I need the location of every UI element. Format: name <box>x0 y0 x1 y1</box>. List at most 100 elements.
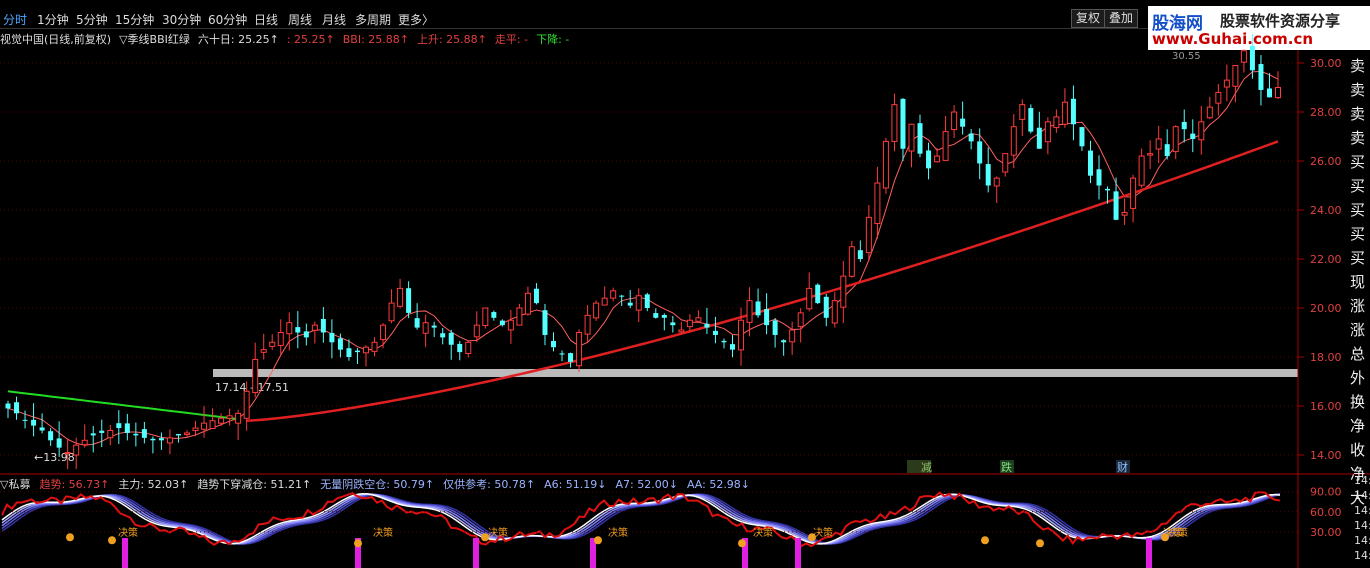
candle[interactable] <box>124 413 130 441</box>
candle[interactable] <box>295 311 301 349</box>
quote-col-item[interactable]: 总 <box>1350 342 1370 366</box>
candle[interactable] <box>865 205 872 262</box>
candle[interactable] <box>908 123 915 168</box>
candle[interactable] <box>1275 71 1281 99</box>
quote-col-item[interactable]: 外 <box>1350 366 1370 390</box>
candle[interactable] <box>465 340 472 358</box>
candle[interactable] <box>926 142 932 180</box>
candle[interactable] <box>653 308 659 319</box>
candle[interactable] <box>507 310 514 344</box>
quote-col-item[interactable]: 买 <box>1350 222 1370 246</box>
candle[interactable] <box>678 321 685 334</box>
candle[interactable] <box>729 335 735 358</box>
candle[interactable] <box>985 147 991 193</box>
candle[interactable] <box>568 352 574 368</box>
candle[interactable] <box>917 114 923 158</box>
candle[interactable] <box>166 429 173 455</box>
candle[interactable] <box>806 272 813 312</box>
candle[interactable] <box>116 410 122 444</box>
candle[interactable] <box>968 128 974 150</box>
candle[interactable] <box>183 430 190 437</box>
candle[interactable] <box>644 292 650 312</box>
candle[interactable] <box>516 303 523 326</box>
candle[interactable] <box>815 283 821 305</box>
candle[interactable] <box>99 419 105 447</box>
candle[interactable] <box>158 432 164 450</box>
candle[interactable] <box>764 293 770 335</box>
candle[interactable] <box>491 310 497 321</box>
candle[interactable] <box>260 333 267 360</box>
candle[interactable] <box>1019 99 1026 137</box>
candle[interactable] <box>1266 73 1272 98</box>
quote-col-item[interactable]: 买 <box>1350 246 1370 270</box>
candle[interactable] <box>64 438 71 470</box>
candle[interactable] <box>107 424 114 446</box>
candle[interactable] <box>48 428 54 446</box>
candle[interactable] <box>1010 114 1017 169</box>
candle[interactable] <box>1079 126 1085 151</box>
candle[interactable] <box>593 300 600 321</box>
candle[interactable] <box>1070 85 1076 141</box>
candle[interactable] <box>252 342 259 398</box>
quote-col-item[interactable]: 买 <box>1350 150 1370 174</box>
candle[interactable] <box>1096 155 1102 200</box>
candle[interactable] <box>1198 105 1205 155</box>
candle[interactable] <box>712 316 718 344</box>
candle[interactable] <box>1240 49 1247 73</box>
candle[interactable] <box>150 436 156 454</box>
candle[interactable] <box>1258 55 1264 106</box>
quote-col-item[interactable]: 收 <box>1350 438 1370 462</box>
candle[interactable] <box>874 166 881 239</box>
candle[interactable] <box>755 288 761 318</box>
candle[interactable] <box>848 240 855 278</box>
candle[interactable] <box>1028 104 1034 134</box>
candle[interactable] <box>542 303 548 346</box>
candle[interactable] <box>1147 140 1154 169</box>
candle[interactable] <box>235 409 242 441</box>
candle[interactable] <box>1121 198 1128 225</box>
candle[interactable] <box>388 289 395 324</box>
candle[interactable] <box>951 105 958 139</box>
candle[interactable] <box>141 421 147 444</box>
candle[interactable] <box>695 310 702 323</box>
candle[interactable] <box>704 307 710 335</box>
candle[interactable] <box>1113 177 1119 221</box>
candle[interactable] <box>1215 84 1222 116</box>
candle[interactable] <box>781 339 787 356</box>
candle[interactable] <box>209 408 216 430</box>
candle[interactable] <box>635 288 642 322</box>
candle[interactable] <box>1044 117 1051 155</box>
quote-col-item[interactable]: 净 <box>1350 462 1370 486</box>
candle[interactable] <box>406 281 412 319</box>
candle[interactable] <box>499 319 505 327</box>
candle[interactable] <box>448 329 454 360</box>
candle[interactable] <box>1223 64 1230 102</box>
candle[interactable] <box>473 311 480 343</box>
candle[interactable] <box>277 319 284 356</box>
candle[interactable] <box>533 283 539 305</box>
quote-col-item[interactable]: 卖 <box>1350 78 1370 102</box>
candle[interactable] <box>482 307 489 329</box>
candle[interactable] <box>524 286 531 316</box>
candle[interactable] <box>823 293 829 327</box>
quote-col-item[interactable]: 买 <box>1350 174 1370 198</box>
candle[interactable] <box>686 314 693 332</box>
quote-col-item[interactable]: 卖 <box>1350 126 1370 150</box>
quote-col-item[interactable]: 涨 <box>1350 318 1370 342</box>
candle[interactable] <box>670 315 676 333</box>
candle[interactable] <box>371 337 378 357</box>
candle[interactable] <box>431 321 437 338</box>
osc-name[interactable]: ▽私募 <box>0 478 30 491</box>
candle[interactable] <box>1190 119 1196 153</box>
candle[interactable] <box>1138 148 1145 188</box>
candle[interactable] <box>380 323 387 349</box>
candle[interactable] <box>831 292 838 328</box>
candle[interactable] <box>201 406 208 438</box>
candle[interactable] <box>882 137 889 194</box>
candle[interactable] <box>457 341 463 361</box>
candle[interactable] <box>661 313 667 331</box>
candle[interactable] <box>1002 153 1009 177</box>
candle[interactable] <box>977 128 983 180</box>
candle[interactable] <box>1053 109 1060 133</box>
candle[interactable] <box>1130 174 1137 223</box>
